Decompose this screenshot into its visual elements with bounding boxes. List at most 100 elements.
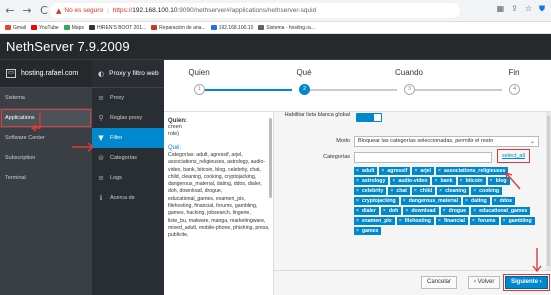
category-tag[interactable]: dialer	[354, 207, 379, 215]
category-tag[interactable]: ddos	[491, 197, 516, 205]
form-scrollbar[interactable]	[546, 112, 551, 270]
help-que-description: Categorías: adult, agressif, arjel, asso…	[168, 152, 270, 239]
sub-nav-item[interactable]: ℹ Acerca de	[92, 188, 164, 208]
wizard-connector	[306, 89, 397, 91]
left-nav-item[interactable]: Sistema	[0, 88, 92, 108]
next-button[interactable]: Siguiente ›	[503, 274, 550, 291]
left-nav-item[interactable]: Subscription	[0, 148, 92, 168]
bookmark-favicon-icon	[258, 25, 265, 30]
category-tag[interactable]: drogue	[440, 207, 470, 215]
wizard-step-indicator[interactable]: 3	[404, 84, 415, 95]
filter-form: Habilitar lista blanca global Modo Bloqu…	[278, 112, 551, 295]
category-tag[interactable]: examen_pix	[354, 217, 395, 225]
content-area: Quien 1 Qué 2 Cuando 3 Fin 4 Quien: creen role)…	[164, 60, 551, 295]
category-tag[interactable]: filehosting	[396, 217, 434, 225]
sub-nav-label: Proxy	[110, 95, 125, 101]
star-icon[interactable]: ☆	[525, 4, 532, 14]
categories-search-input[interactable]	[354, 152, 492, 163]
address-bar[interactable]: ▲ No es seguro | https:// 192.168.100.10…	[50, 3, 460, 18]
category-tag[interactable]: astrology	[354, 177, 389, 185]
sub-nav-item[interactable]: ≡ Logs	[92, 168, 164, 188]
app-title: NethServer 7.9.2009	[6, 39, 130, 54]
host-selector[interactable]: ▭ hosting.rafael.com	[0, 60, 92, 88]
category-tag[interactable]: doh	[380, 207, 402, 215]
sub-nav-icon: ⚲	[98, 114, 104, 122]
category-tag[interactable]: arjel	[412, 167, 434, 175]
bookmark-label: Reparación de ana...	[159, 24, 206, 31]
whitelist-label: Habilitar lista blanca global	[284, 112, 350, 118]
help-quien-line: role)	[168, 130, 180, 137]
category-tag[interactable]: child	[412, 187, 436, 195]
bookmark-item[interactable]: Sistema - hosting.ra...	[258, 25, 315, 31]
category-tag[interactable]: gambling	[500, 217, 535, 225]
bookmark-item[interactable]: Reparación de ana...	[151, 24, 206, 31]
bookmark-label: Sistema - hosting.ra...	[266, 24, 315, 31]
wizard-step-indicator[interactable]: 1	[194, 84, 205, 95]
category-tag[interactable]: games	[354, 227, 382, 235]
left-nav-item[interactable]: Applications	[0, 108, 92, 128]
bookmark-label: Maps	[71, 24, 84, 31]
sub-nav-item[interactable]: ⊘ Categorías	[92, 148, 164, 168]
shield-icon[interactable]: ⛊	[539, 4, 545, 14]
category-tag[interactable]: educational_games	[471, 207, 531, 215]
cancel-button[interactable]: Cancelar	[421, 276, 458, 289]
select-all-link[interactable]: select_all	[497, 149, 530, 163]
categories-label: Categorías	[323, 154, 350, 160]
reload-icon[interactable]: C	[37, 4, 51, 18]
category-tag[interactable]: dangerous_material	[400, 197, 462, 205]
left-nav-items: Sistema Applications Software Center Subscr…	[0, 88, 92, 188]
wizard-connector	[411, 89, 502, 91]
category-tag[interactable]: cleaning	[437, 187, 470, 195]
whitelist-toggle[interactable]	[356, 113, 382, 122]
bookmark-item[interactable]: Maps	[63, 24, 84, 31]
category-tag[interactable]: download	[403, 207, 439, 215]
bookmark-favicon-icon	[63, 25, 70, 30]
browser-actions: ▦ ⇪ ☆ ⛊	[497, 4, 545, 14]
warning-icon: ▲	[56, 6, 62, 15]
bookmark-label: 192.168.100.10	[218, 24, 254, 31]
sub-nav-icon: ≡	[98, 174, 104, 182]
sub-nav-item[interactable]: ≡ Proxy	[92, 88, 164, 108]
category-tag[interactable]: cryptojacking	[354, 197, 399, 205]
bookmark-item[interactable]: Gmail	[5, 25, 26, 31]
mode-select[interactable]: Bloquear las categorías seleccionadas, p…	[354, 136, 539, 147]
category-tag[interactable]: cooking	[471, 187, 503, 195]
bookmark-item[interactable]: YouTube	[31, 25, 59, 31]
category-tag[interactable]: adult	[354, 167, 378, 175]
sub-nav-item[interactable]: ⚲ Reglas proxy	[92, 108, 164, 128]
sub-nav-label: Acerca de	[110, 195, 135, 201]
app-sub-nav: ◐ Proxy y filtro web ≡ Proxy ⚲ Reglas proxy…	[92, 60, 164, 295]
form-scrollbar-thumb[interactable]	[547, 116, 550, 266]
back-icon[interactable]: ←	[3, 4, 17, 18]
category-tag[interactable]: celebrity	[354, 187, 387, 195]
sub-nav-item[interactable]: ▼ Filtro	[92, 128, 164, 148]
category-tag[interactable]: audio-video	[390, 177, 431, 185]
category-tag[interactable]: forums	[469, 217, 499, 225]
left-nav-item[interactable]: Software Center	[0, 128, 92, 148]
back-button[interactable]: ‹ Volver	[468, 276, 501, 289]
category-tag[interactable]: financial	[435, 217, 468, 225]
category-tag[interactable]: dating	[463, 197, 490, 205]
wizard-step-indicator[interactable]: 2	[299, 84, 310, 95]
category-tag[interactable]: agressif	[379, 167, 411, 175]
category-tag[interactable]: bank	[432, 177, 456, 185]
category-tags: adultagressifarjelassociations_religieus…	[354, 167, 538, 235]
bookmark-item[interactable]: 192.168.100.10	[210, 24, 254, 31]
sub-nav-icon: ≡	[98, 94, 104, 102]
app-header: NethServer 7.9.2009	[0, 34, 551, 60]
bookmark-favicon-icon	[88, 25, 95, 30]
category-tag[interactable]: blog	[487, 177, 510, 185]
wizard-step-indicator[interactable]: 4	[509, 84, 520, 95]
bookmark-item[interactable]: HIREN'S BOOT 201...	[88, 25, 146, 31]
forward-icon[interactable]: →	[20, 4, 34, 18]
wizard-steps: Quien 1 Qué 2 Cuando 3 Fin 4	[164, 60, 551, 112]
wizard-step-label: Quien	[188, 68, 210, 77]
category-tag[interactable]: associations_religieuses	[435, 167, 509, 175]
help-scrollbar[interactable]	[269, 118, 272, 198]
category-tag[interactable]: bitcoin	[457, 177, 486, 185]
share-icon[interactable]: ⇪	[511, 4, 518, 14]
extension-icon[interactable]: ▦	[497, 4, 505, 14]
bookmark-favicon-icon	[5, 25, 11, 30]
category-tag[interactable]: chat	[388, 187, 411, 195]
left-nav-item[interactable]: Terminal	[0, 168, 92, 188]
